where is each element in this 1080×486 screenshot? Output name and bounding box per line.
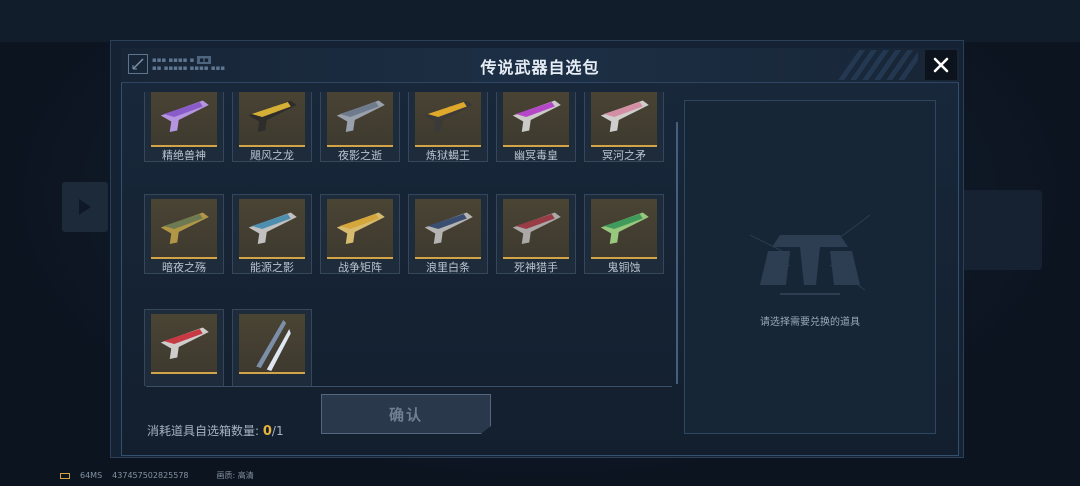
rarity-bar	[151, 372, 217, 374]
weapon-item[interactable]: 浪里白条	[408, 194, 488, 274]
weapon-item[interactable]: 幽冥毒皇	[496, 92, 576, 162]
status-bar: 64MS 437457502825578 画质: 高清	[60, 470, 254, 481]
title-decoration: ▪▪▪ ▪▪▪▪ ▪ ▪▪ ▪▪ ▪▪▪▪▪ ▪▪▪▪ ▪▪▪	[152, 56, 226, 72]
weapon-grid: 精绝兽神 飓风之龙 夜影之逝 炼狱蝎王 幽冥毒皇 冥河之矛 暗夜之殇 能源之影 …	[128, 92, 678, 386]
weapon-name: 幽冥毒皇	[514, 149, 558, 162]
weapon-item[interactable]	[232, 309, 312, 386]
consume-current: 0	[262, 424, 272, 439]
grid-scrollbar[interactable]	[676, 122, 678, 384]
weapon-item[interactable]: 炼狱蝎王	[408, 92, 488, 162]
weapon-icon	[600, 212, 649, 244]
background-topbar	[0, 0, 1080, 42]
quality-label: 画质: 高清	[216, 471, 254, 480]
title-stripes	[838, 50, 918, 80]
weapon-item[interactable]: 暗夜之殇	[144, 194, 224, 274]
weapon-icon	[424, 100, 473, 132]
rarity-bar	[239, 372, 305, 374]
weapon-name: 夜影之逝	[338, 149, 382, 162]
rarity-bar	[415, 145, 481, 147]
background-side-button	[62, 182, 108, 232]
weapon-icon	[248, 212, 297, 244]
rarity-bar	[591, 145, 657, 147]
weapon-name: 浪里白条	[426, 261, 470, 274]
weapon-icon	[160, 212, 209, 244]
confirm-button[interactable]: 确认	[321, 394, 491, 434]
rarity-bar	[327, 145, 393, 147]
weapon-item[interactable]: 能源之影	[232, 194, 312, 274]
rarity-bar	[151, 257, 217, 259]
weapon-icon	[256, 320, 291, 371]
modal-title: 传说武器自选包	[480, 58, 600, 77]
footer-divider	[146, 386, 672, 387]
weapon-name: 暗夜之殇	[162, 261, 206, 274]
weapon-icon	[248, 100, 297, 132]
weapon-name: 冥河之矛	[602, 149, 646, 162]
weapon-item[interactable]: 飓风之龙	[232, 92, 312, 162]
rarity-bar	[327, 257, 393, 259]
rarity-bar	[239, 257, 305, 259]
close-icon	[933, 57, 949, 73]
detail-hint: 请选择需要兑换的道具	[760, 317, 860, 328]
rarity-bar	[503, 257, 569, 259]
weapon-icon	[336, 100, 385, 132]
weapon-name: 炼狱蝎王	[426, 149, 470, 162]
consume-counter: 消耗道具自选箱数量: 0/1	[147, 422, 284, 439]
weapon-icon	[424, 212, 473, 244]
modal-titlebar: 传说武器自选包	[121, 48, 959, 83]
weapon-name: 飓风之龙	[250, 149, 294, 162]
weapon-item[interactable]: 死神猎手	[496, 194, 576, 274]
rarity-bar	[415, 257, 481, 259]
battery-icon	[60, 472, 70, 479]
weapon-item[interactable]: 冥河之矛	[584, 92, 664, 162]
background-right-card	[962, 190, 1042, 270]
weapon-name: 死神猎手	[514, 261, 558, 274]
consume-label: 消耗道具自选箱数量:	[147, 424, 260, 438]
rarity-bar	[503, 145, 569, 147]
weapon-icon	[512, 212, 561, 244]
rarity-bar	[239, 145, 305, 147]
weapon-name: 能源之影	[250, 261, 294, 274]
edit-icon	[128, 54, 148, 74]
user-id: 437457502825578	[112, 471, 189, 480]
ping-value: 64MS	[80, 471, 103, 480]
rarity-bar	[151, 145, 217, 147]
weapon-item[interactable]: 精绝兽神	[144, 92, 224, 162]
weapon-name: 精绝兽神	[162, 149, 206, 162]
weapon-icon	[512, 100, 561, 132]
close-button[interactable]	[925, 50, 957, 80]
weapon-name: 鬼铜蚀	[607, 261, 641, 274]
weapon-item[interactable]: 战争矩阵	[320, 194, 400, 274]
weapon-icon	[160, 327, 209, 359]
weapon-item[interactable]	[144, 309, 224, 386]
crosshair-logo-icon	[750, 214, 870, 295]
rarity-bar	[591, 257, 657, 259]
weapon-item[interactable]: 鬼铜蚀	[584, 194, 664, 274]
weapon-item[interactable]: 夜影之逝	[320, 92, 400, 162]
weapon-icon	[336, 212, 385, 244]
weapon-icon	[160, 100, 209, 132]
weapon-icon	[600, 100, 649, 132]
consume-total: /1	[271, 424, 284, 438]
weapon-name: 战争矩阵	[338, 261, 382, 274]
